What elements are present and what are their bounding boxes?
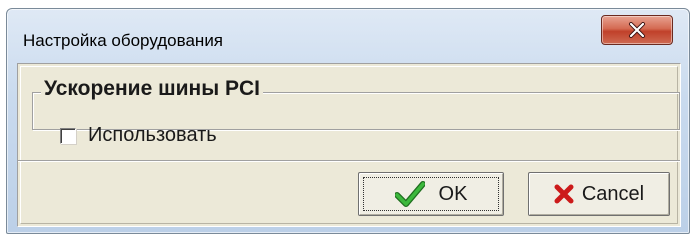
close-button[interactable] [601,15,673,45]
ok-button[interactable]: OK [358,172,504,216]
red-x-icon [554,184,574,204]
use-checkbox[interactable] [60,127,76,144]
window-title: Настройка оборудования [23,31,224,50]
dialog-client-area: Ускорение шины PCI Использовать OK Cance… [17,63,681,227]
use-checkbox-label[interactable]: Использовать [88,124,217,147]
title-bar[interactable]: Настройка оборудования [7,9,689,63]
group-title: Ускорение шины PCI [41,77,263,101]
use-checkbox-row[interactable]: Использовать [60,124,217,147]
cancel-button[interactable]: Cancel [528,172,670,216]
button-panel: OK Cancel [18,160,680,226]
cancel-label: Cancel [581,182,645,205]
dialog-window: Настройка оборудования Ускорение шины PC… [6,8,690,234]
focus-rectangle [363,177,499,211]
close-icon [629,22,645,38]
